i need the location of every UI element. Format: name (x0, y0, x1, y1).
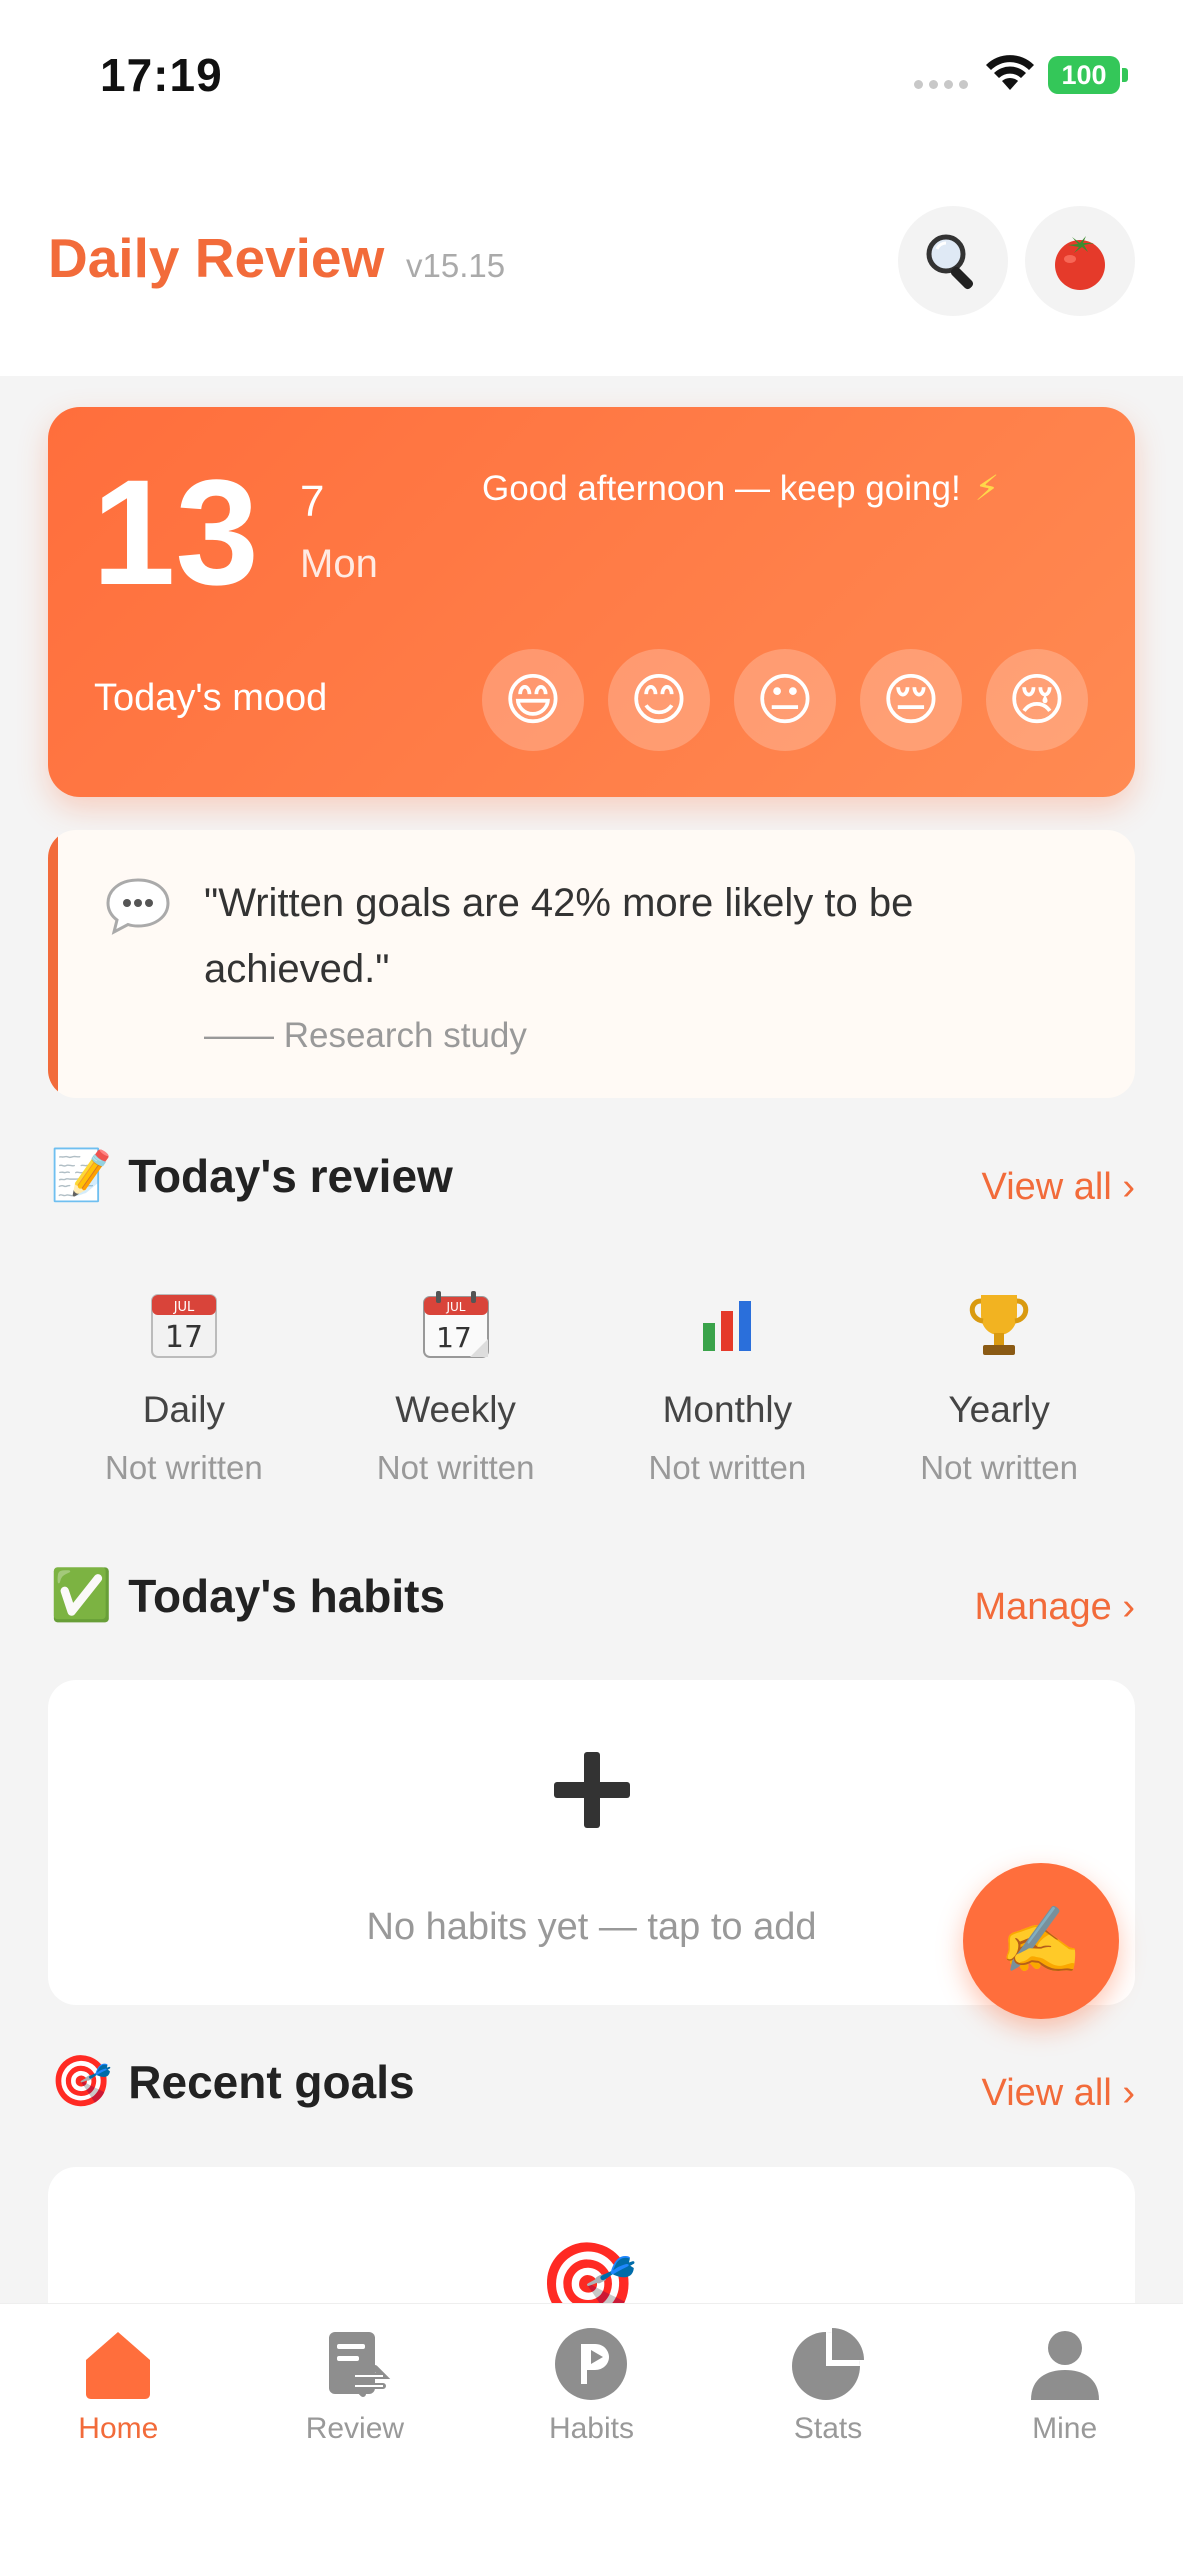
magnifier-icon (926, 234, 974, 290)
review-daily-status: Not written (105, 1449, 263, 1486)
review-yearly-status: Not written (920, 1449, 1078, 1486)
battery-icon: 100 (1048, 56, 1128, 94)
mood-crying-button[interactable]: 😢 (986, 649, 1088, 751)
tab-review-label: Review (305, 2412, 405, 2445)
status-bar: 17:19 100 (0, 0, 1183, 150)
review-doc-icon (328, 2332, 391, 2397)
bar-chart-icon (695, 1293, 760, 1357)
review-weekly[interactable]: JUL 17 Weekly Not written (320, 1285, 592, 1487)
review-grid: JUL 17 Daily Not written JUL 17 Weekly N… (48, 1285, 1135, 1487)
mood-sad-button[interactable]: 😔 (860, 649, 962, 751)
status-time: 17:19 (100, 49, 223, 101)
speech-bubble-icon (106, 878, 170, 935)
review-daily-label: Daily (142, 1389, 225, 1430)
mood-selector: 😄 😊 😐 😔 😢 (482, 649, 1088, 751)
memo-icon: 📝 (50, 1147, 113, 1203)
person-icon (1030, 2331, 1099, 2400)
review-monthly[interactable]: Monthly Not written (592, 1285, 864, 1487)
month-number: 7 (300, 477, 325, 526)
tab-home[interactable]: Home (0, 2324, 237, 2446)
tear-off-calendar-icon: JUL 17 (422, 1291, 489, 1358)
review-daily[interactable]: JUL 17 Daily Not written (48, 1285, 320, 1487)
quote-accent-bar (48, 830, 58, 1098)
app-header: Daily Review v15.15 (0, 190, 1183, 330)
review-section-title: 📝 Today's review (50, 1146, 453, 1205)
tab-mine-label: Mine (1032, 2412, 1098, 2445)
goals-section-title: 🎯 Recent goals (50, 2052, 415, 2111)
plus-icon (554, 1752, 630, 1828)
tab-mine[interactable]: Mine (946, 2324, 1183, 2446)
day-number: 13 (92, 448, 259, 616)
habits-play-icon (555, 2328, 628, 2400)
review-weekly-label: Weekly (395, 1389, 516, 1430)
mood-great-button[interactable]: 😄 (482, 649, 584, 751)
tab-habits[interactable]: Habits (473, 2324, 710, 2446)
habits-title-text: Today's habits (128, 1569, 446, 1622)
review-yearly[interactable]: Yearly Not written (863, 1285, 1135, 1487)
mood-label: Today's mood (94, 677, 328, 719)
review-monthly-label: Monthly (662, 1389, 793, 1430)
goals-view-all-link[interactable]: View all › (982, 2072, 1135, 2115)
calendar-icon: JUL 17 (150, 1294, 217, 1358)
check-mark-icon: ✅ (50, 1567, 113, 1623)
app-version: v15.15 (406, 247, 506, 284)
quote-card: "Written goals are 42% more likely to be… (48, 830, 1135, 1098)
pomodoro-button[interactable] (1025, 206, 1135, 316)
home-icon (86, 2332, 151, 2399)
tab-home-label: Home (78, 2412, 159, 2445)
svg-text:17: 17 (436, 1321, 472, 1354)
goals-title-text: Recent goals (128, 2055, 415, 2108)
svg-text:JUL: JUL (445, 1300, 465, 1314)
mood-neutral-button[interactable]: 😐 (734, 649, 836, 751)
greeting-text: Good afternoon — keep going! (482, 469, 961, 508)
review-view-all-link[interactable]: View all › (982, 1166, 1135, 1209)
tab-bar: Home Review Habits Stats Mine (0, 2303, 1183, 2560)
write-fab-button[interactable]: ✍️ (963, 1863, 1119, 2019)
tab-stats-label: Stats (793, 2412, 863, 2445)
quote-source: —— Research study (204, 1016, 527, 1055)
weekday: Mon (300, 542, 378, 586)
battery-level: 100 (1048, 56, 1120, 94)
writing-hand-icon: ✍️ (999, 1903, 1083, 1977)
tomato-icon (1055, 236, 1105, 290)
greeting: Good afternoon — keep going! ⚡ (482, 469, 999, 509)
review-yearly-label: Yearly (948, 1389, 1050, 1430)
search-button[interactable] (898, 206, 1008, 316)
mood-good-button[interactable]: 😊 (608, 649, 710, 751)
app-title: Daily Review (48, 227, 385, 289)
quote-text: "Written goals are 42% more likely to be… (204, 881, 914, 991)
svg-text:JUL: JUL (173, 1300, 195, 1315)
habits-section-title: ✅ Today's habits (50, 1566, 445, 1625)
review-monthly-status: Not written (648, 1449, 807, 1486)
tab-review[interactable]: Review (237, 2324, 474, 2446)
tab-stats[interactable]: Stats (710, 2324, 947, 2446)
review-title-text: Today's review (128, 1149, 453, 1202)
target-icon: 🎯 (50, 2053, 113, 2109)
trophy-icon (969, 1295, 1029, 1355)
pie-chart-icon (792, 2328, 865, 2400)
habits-manage-link[interactable]: Manage › (974, 1586, 1135, 1629)
tab-habits-label: Habits (548, 2412, 634, 2445)
wifi-icon (986, 55, 1034, 90)
lightning-icon: ⚡ (974, 469, 1000, 508)
date-mood-card: 13 7 Mon Good afternoon — keep going! ⚡ T… (48, 407, 1135, 797)
svg-text:17: 17 (165, 1320, 203, 1355)
cellular-signal-icon (914, 80, 968, 89)
review-weekly-status: Not written (376, 1449, 535, 1486)
